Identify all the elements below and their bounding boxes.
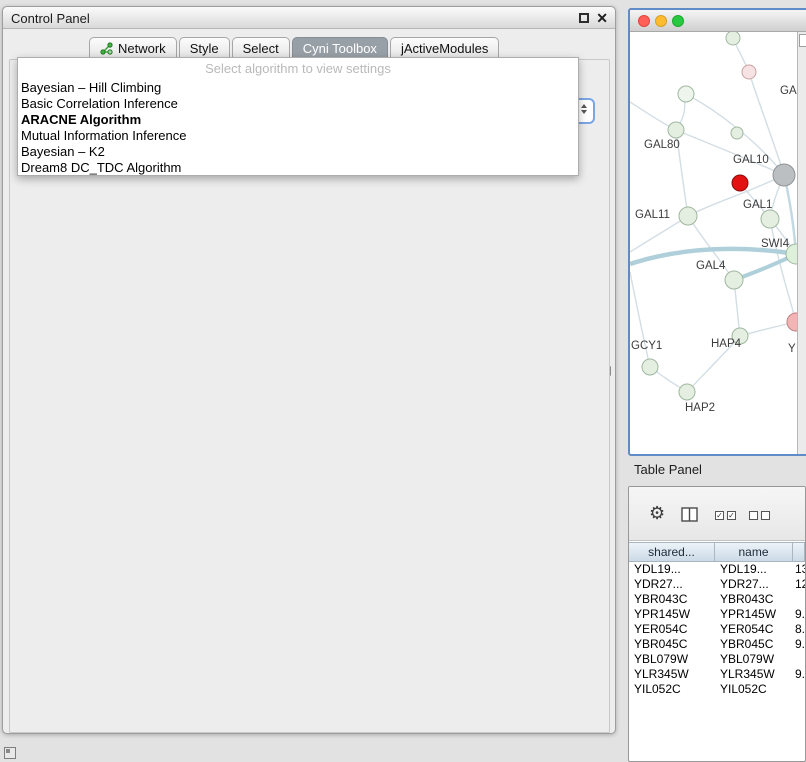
tab-label: Style [190,41,219,56]
network-node[interactable] [761,210,779,228]
node-label: GAL10 [733,154,769,166]
tab-network[interactable]: Network [89,37,177,59]
table-row[interactable]: YDL19... YDL19... 13 [629,562,805,577]
table-row[interactable]: YDR27... YDR27... 12 [629,577,805,592]
float-window-icon[interactable] [579,13,589,23]
network-node[interactable] [773,164,795,186]
network-view-window: GAL80 GAL GAL10 GAL1 GAL11 SWI4 GAL4 GCY… [628,8,806,456]
zoom-traffic-light-icon[interactable] [672,15,684,27]
tab-label: Network [118,41,166,56]
table-row[interactable]: YPR145W YPR145W 9. [629,607,805,622]
node-label: GAL80 [644,139,680,151]
dropdown-item[interactable]: Mutual Information Inference [18,128,578,144]
column-header-shared[interactable]: shared... [629,543,715,561]
node-label: GAL [780,85,797,97]
table-toolbar: ⚙ ✓ ✓ [629,487,805,541]
columns-icon[interactable] [681,507,698,522]
network-node[interactable] [731,127,743,139]
control-panel-titlebar[interactable]: Control Panel ✕ [3,7,615,29]
dropdown-item[interactable]: Bayesian – K2 [18,144,578,160]
column-header-name[interactable]: name [715,543,793,561]
close-traffic-light-icon[interactable] [638,15,650,27]
table-row[interactable]: YER054C YER054C 8. [629,622,805,637]
minimize-traffic-light-icon[interactable] [655,15,667,27]
table-row[interactable]: YIL052C YIL052C [629,682,805,697]
network-node[interactable] [726,32,740,45]
hidden-panel-icon[interactable] [4,747,16,759]
node-label: GAL4 [696,260,726,272]
dropdown-placeholder: Select algorithm to view settings [18,58,578,80]
tab-label: jActiveModules [401,41,488,56]
deselect-all-icon[interactable] [749,511,770,520]
node-label: GCY1 [631,340,662,352]
dropdown-item-selected[interactable]: ARACNE Algorithm [18,112,578,128]
gear-icon[interactable]: ⚙ [649,503,665,524]
network-node[interactable] [725,271,743,289]
window-title: Control Panel [11,11,90,26]
tab-label: Cyni Toolbox [303,41,377,56]
network-node[interactable] [787,313,797,331]
combo-arrows-icon [581,104,587,114]
network-node[interactable] [678,86,694,102]
node-label: SWI4 [761,238,790,250]
network-edge[interactable] [630,216,688,252]
network-scrollbar[interactable] [797,32,806,454]
network-node[interactable] [679,384,695,400]
close-icon[interactable]: ✕ [596,12,608,24]
select-all-icon[interactable]: ✓ ✓ [715,511,736,520]
table-panel-window: ⚙ ✓ ✓ shared... name YDL19... YDL19... [628,486,806,762]
table-row[interactable]: YBR045C YBR045C 9. [629,637,805,652]
tab-style[interactable]: Style [179,37,230,59]
network-graph[interactable]: GAL80 GAL GAL10 GAL1 GAL11 SWI4 GAL4 GCY… [630,32,797,454]
screen: Control Panel ✕ Network Style [0,0,806,762]
table-panel-title: Table Panel [634,462,702,477]
network-node[interactable] [742,65,756,79]
node-label: HAP2 [685,402,715,414]
network-window-titlebar[interactable] [630,10,806,32]
table-header: shared... name [629,542,805,562]
tab-select[interactable]: Select [232,37,290,59]
node-label: GAL11 [635,209,670,221]
tab-label: Select [243,41,279,56]
dropdown-item[interactable]: Basic Correlation Inference [18,96,578,112]
column-header-extra[interactable] [793,543,805,561]
table-row[interactable]: YLR345W YLR345W 9. [629,667,805,682]
network-node[interactable] [679,207,697,225]
scrollbar-button[interactable] [799,34,806,47]
network-edge[interactable] [676,130,784,175]
network-icon [100,42,113,55]
control-panel-window: Control Panel ✕ Network Style [2,6,616,734]
tab-cyni-toolbox[interactable]: Cyni Toolbox [292,37,388,59]
algorithm-dropdown-popup: Select algorithm to view settings Bayesi… [17,57,579,176]
table-rows: YDL19... YDL19... 13 YDR27... YDR27... 1… [629,562,805,697]
network-node[interactable] [732,175,748,191]
tab-jactivemodules[interactable]: jActiveModules [390,37,499,59]
node-label: HAP4 [711,338,742,350]
table-row[interactable]: YBR043C YBR043C [629,592,805,607]
dropdown-item[interactable]: Dream8 DC_TDC Algorithm [18,160,578,176]
node-label: GAL1 [743,199,772,211]
node-label: Y [788,343,796,355]
control-panel-tabs: Network Style Select Cyni Toolbox jActiv… [89,37,501,59]
network-node[interactable] [642,359,658,375]
table-row[interactable]: YBL079W YBL079W [629,652,805,667]
network-node[interactable] [668,122,684,138]
dropdown-item[interactable]: Bayesian – Hill Climbing [18,80,578,96]
network-edge[interactable] [630,272,650,367]
window-controls: ✕ [579,12,608,24]
